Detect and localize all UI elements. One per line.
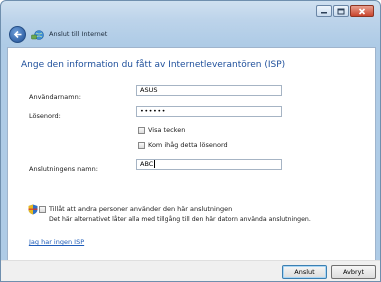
connect-button[interactable]: Anslut [282, 265, 327, 279]
connection-name-value: ABC [140, 160, 154, 168]
title-bar: Anslut till Internet [1, 1, 380, 45]
show-chars-checkbox[interactable] [138, 127, 145, 134]
shield-icon [28, 204, 38, 215]
allow-others-note: Det här alternativet låter alla med till… [49, 216, 311, 223]
allow-others-checkbox[interactable] [39, 206, 46, 213]
dialog-window: Anslut till Internet Ange den informatio… [0, 0, 381, 282]
window-controls [315, 5, 374, 17]
remember-password-label: Kom ihåg detta lösenord [148, 141, 228, 149]
password-label: Lösenord: [29, 112, 61, 120]
no-isp-link[interactable]: Jag har ingen ISP [29, 238, 84, 246]
password-input[interactable]: •••••• [136, 106, 282, 117]
username-input[interactable]: ASUS [136, 85, 282, 96]
close-icon[interactable] [350, 5, 374, 17]
allow-others-label: Tillåt att andra personer använder den h… [49, 205, 233, 213]
connection-name-label: Anslutningens namn: [29, 165, 98, 173]
minimize-icon[interactable] [316, 5, 332, 17]
username-label: Användarnamn: [29, 93, 81, 101]
page-heading: Ange den information du fått av Internet… [21, 60, 286, 70]
text-caret [154, 160, 156, 168]
remember-password-checkbox[interactable] [138, 142, 145, 149]
connection-name-input[interactable]: ABC [136, 159, 282, 170]
dialog-content: Ange den information du fått av Internet… [7, 47, 376, 261]
dialog-footer: Anslut Avbryt [1, 260, 380, 281]
cancel-button[interactable]: Avbryt [331, 265, 376, 279]
network-globe-icon [31, 30, 44, 40]
back-arrow-icon[interactable] [9, 26, 26, 43]
show-chars-label: Visa tecken [148, 126, 186, 134]
maximize-icon[interactable] [333, 5, 349, 17]
window-title: Anslut till Internet [49, 30, 108, 38]
